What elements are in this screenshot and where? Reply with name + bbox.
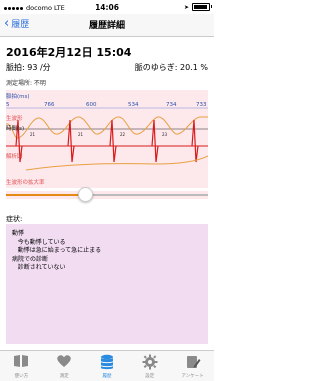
symptom-label: 症状: xyxy=(6,215,23,223)
interval-value-3: 600 xyxy=(86,102,97,108)
zoom-slider[interactable] xyxy=(6,187,208,202)
pulse-rate: 脈拍: 93 /分 xyxy=(6,63,51,72)
tab-history-label: 履歴 xyxy=(102,374,112,379)
tab-measure-label: 測定 xyxy=(59,374,69,379)
location-icon: ➤ xyxy=(183,3,189,11)
tab-survey[interactable]: アンケート xyxy=(171,351,214,381)
raw-waveform xyxy=(5,116,208,139)
tab-settings[interactable]: 設定 xyxy=(128,351,171,381)
heart-icon xyxy=(57,355,71,367)
analysis-label: 解析図 xyxy=(6,154,23,160)
interval-value-6: 733 xyxy=(196,102,207,108)
tab-bar: 使い方 測定 履歴 設定 アンケート xyxy=(0,350,214,381)
tab-usage[interactable]: 使い方 xyxy=(0,351,43,381)
tab-settings-label: 設定 xyxy=(145,374,155,379)
interval-value-2: 766 xyxy=(44,102,55,108)
slider-fill xyxy=(6,194,84,196)
pulse-variability: 脈のゆらぎ: 20.1 % xyxy=(134,63,208,72)
gear-icon xyxy=(142,354,158,370)
slider-thumb[interactable] xyxy=(78,187,93,202)
book-icon xyxy=(14,355,29,367)
database-icon xyxy=(100,354,113,370)
spike-5 xyxy=(191,119,199,163)
waveform-svg xyxy=(5,107,209,171)
time-value-2: 21 xyxy=(78,132,84,137)
status-bar: docomo LTE 14:06 ➤ xyxy=(0,0,214,14)
interval-value-4: 534 xyxy=(128,102,139,108)
time-label: 時間(s) xyxy=(6,126,25,132)
tab-history[interactable]: 履歴 xyxy=(86,351,129,381)
interval-value-1: 5 xyxy=(6,102,10,108)
spike-3 xyxy=(109,119,117,163)
record-datetime: 2016年2月12日 15:04 xyxy=(6,46,132,59)
status-time: 14:06 xyxy=(95,3,119,12)
spike-2 xyxy=(67,119,75,163)
time-value-1: 21 xyxy=(30,132,36,137)
measurement-place: 測定場所: 不明 xyxy=(6,80,46,87)
survey-icon xyxy=(186,356,201,368)
interval-value-5: 734 xyxy=(166,102,177,108)
navigation-bar: ‹ 履歴 履歴詳細 xyxy=(0,14,214,37)
page-title: 履歴詳細 xyxy=(88,21,125,31)
status-right: ➤ xyxy=(183,3,212,11)
tab-usage-label: 使い方 xyxy=(14,374,29,379)
battery-icon xyxy=(192,3,212,11)
waveform-chart: 脈拍(ms) 5 766 600 534 734 733 生波形 時間(s) 2… xyxy=(5,90,209,188)
symptom-box: 動悸 今も動悸している 動悸は急に始まって急に止まる 病院での診断 診断されてい… xyxy=(6,224,208,344)
zoom-label: 生波形の拡大率 xyxy=(6,180,45,186)
raw-wave-label: 生波形 xyxy=(6,116,23,122)
slider-track xyxy=(84,194,208,196)
analysis-curve xyxy=(25,155,209,171)
tab-survey-label: アンケート xyxy=(181,374,204,379)
time-value-4: 23 xyxy=(162,132,168,137)
symptom-text: 動悸 今も動悸している 動悸は急に始まって急に止まる 病院での診断 診断されてい… xyxy=(12,230,102,271)
interval-label: 脈拍(ms) xyxy=(6,94,30,100)
tab-measure[interactable]: 測定 xyxy=(43,351,86,381)
spike-4 xyxy=(151,119,159,163)
time-value-3: 22 xyxy=(120,132,126,137)
